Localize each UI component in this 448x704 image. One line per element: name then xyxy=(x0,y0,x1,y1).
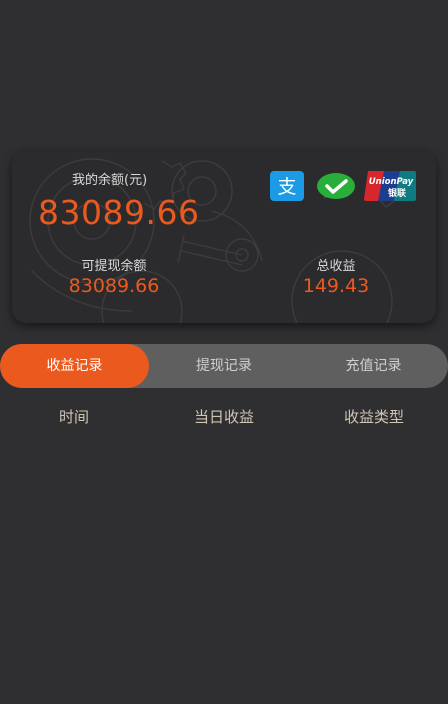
wechat-pay-icon[interactable] xyxy=(316,171,356,201)
balance-card: 我的余额(元) 83089.66 支 UnionPay 银联 可提现余额 830… xyxy=(12,151,436,323)
total-income-amount: 149.43 xyxy=(302,275,370,297)
available-balance-label: 可提现余额 xyxy=(81,259,147,274)
tab-income-records[interactable]: 收益记录 xyxy=(0,344,149,388)
alipay-glyph: 支 xyxy=(277,176,296,198)
svg-text:UnionPay: UnionPay xyxy=(369,177,414,187)
column-header-daily-income: 当日收益 xyxy=(193,408,254,426)
unionpay-icon[interactable]: UnionPay 银联 xyxy=(364,171,416,201)
total-income-label: 总收益 xyxy=(316,259,356,274)
balance-label: 我的余额(元) xyxy=(72,173,148,188)
balance-amount: 83089.66 xyxy=(38,193,200,232)
record-tabs: 收益记录 提现记录 充值记录 xyxy=(0,344,448,388)
wallet-page: 我的余额(元) 83089.66 支 UnionPay 银联 可提现余额 830… xyxy=(0,0,448,704)
column-header-income-type: 收益类型 xyxy=(343,408,404,426)
tab-recharge-records[interactable]: 充值记录 xyxy=(299,344,448,388)
available-balance-amount: 83089.66 xyxy=(68,275,160,297)
payment-methods: 支 UnionPay 银联 xyxy=(270,171,416,201)
alipay-icon[interactable]: 支 xyxy=(270,171,304,201)
tab-withdraw-records[interactable]: 提现记录 xyxy=(149,344,299,388)
column-header-time: 时间 xyxy=(58,408,89,426)
svg-text:银联: 银联 xyxy=(388,187,407,199)
